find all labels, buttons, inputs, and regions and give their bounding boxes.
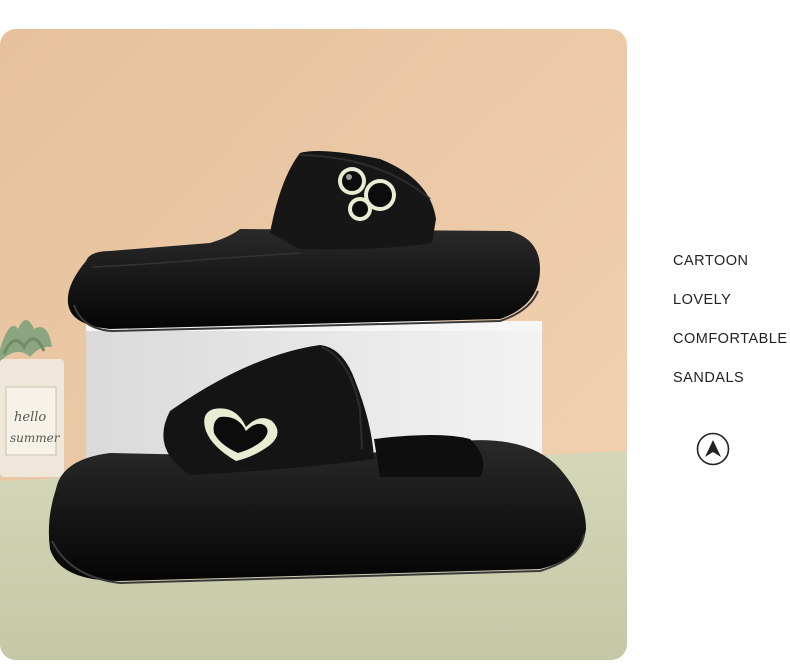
feature-item-cartoon: CARTOON (673, 253, 749, 269)
jar-label-summer: summer (10, 431, 61, 445)
jar-label-hello: hello (14, 410, 46, 425)
feature-item-lovely: LOVELY (673, 292, 732, 308)
feature-item-sandals: SANDALS (673, 370, 745, 386)
feature-item-comfortable: COMFORTABLE (673, 331, 788, 347)
arrow-up-circle-icon[interactable] (696, 432, 730, 466)
product-photo: hello summer (0, 29, 627, 660)
feature-list: CARTOON LOVELY COMFORTABLE SANDALS (673, 252, 788, 408)
slippers-scene: hello summer (0, 29, 627, 660)
